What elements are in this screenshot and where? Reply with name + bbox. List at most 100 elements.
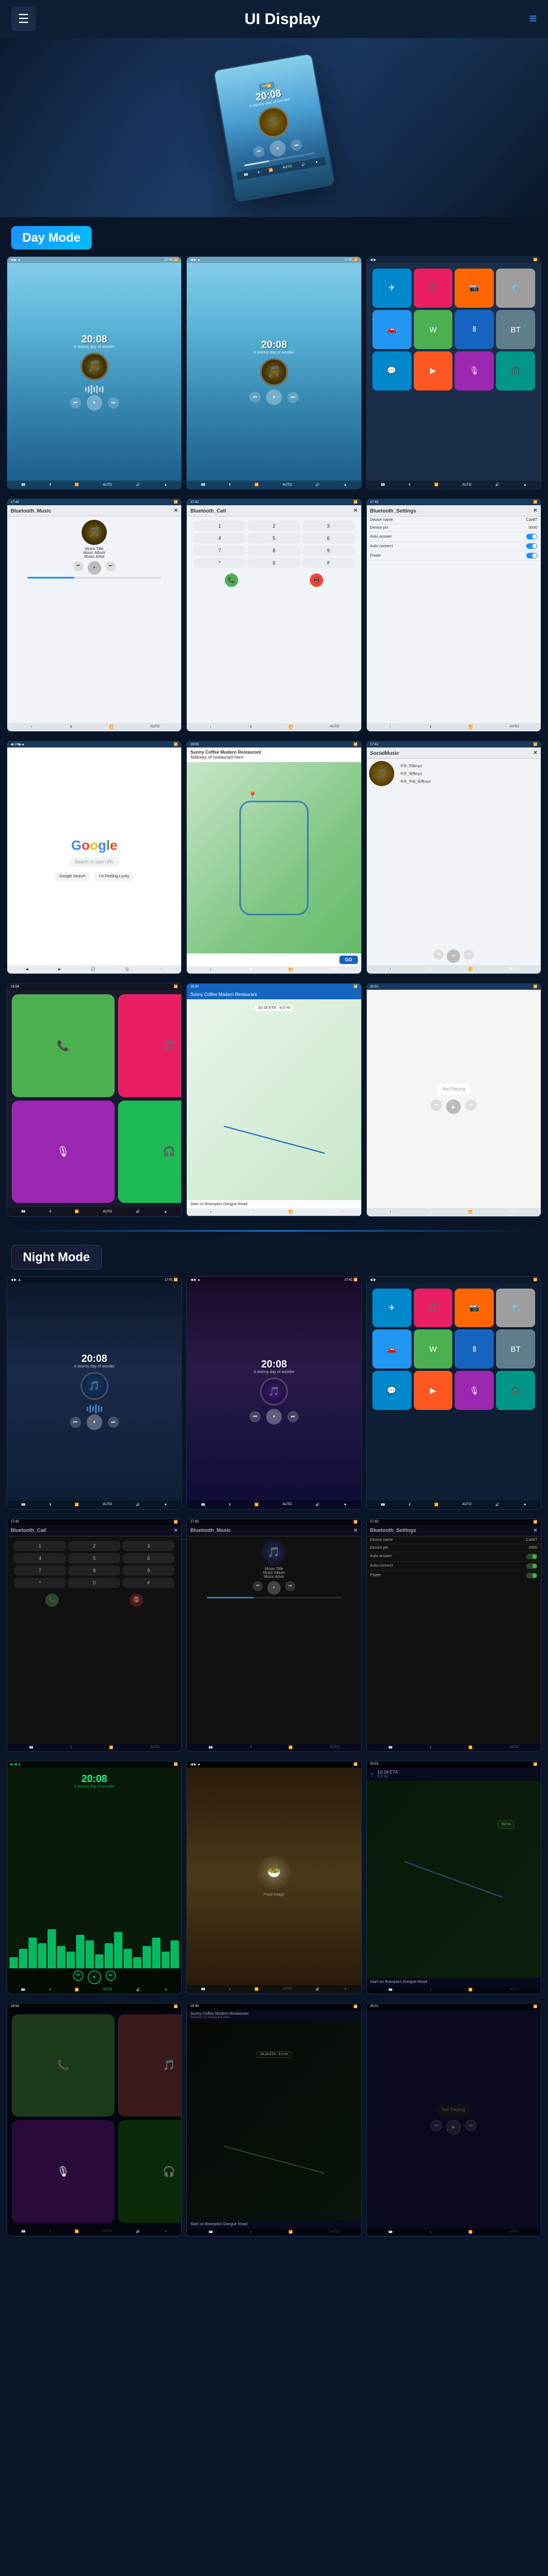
prev-1[interactable]: ⏮ <box>70 397 81 408</box>
audio-icon[interactable]: 🔊 <box>301 162 306 167</box>
app-sp[interactable]: 🎧 <box>496 351 535 391</box>
email-icon-3[interactable]: 📧 <box>381 483 385 487</box>
sound-icon-1[interactable]: 🔊 <box>136 483 140 487</box>
night-hangup-btn[interactable]: 📵 <box>130 1593 143 1607</box>
bt-email-icon[interactable]: 📧 <box>29 725 33 729</box>
arrow-icon-3[interactable]: ▲ <box>523 483 527 487</box>
night-next-1[interactable]: ⏭ <box>108 1417 119 1428</box>
night-nav2-map[interactable]: 10:18 ETA · 9.0 mi <box>187 2022 361 2220</box>
dial-4[interactable]: 4 <box>193 533 245 543</box>
night-np-play[interactable]: ▶ <box>446 2120 461 2135</box>
night-auto-answer-toggle[interactable] <box>526 1554 537 1559</box>
google-search-bar[interactable]: Search or type URL <box>69 857 120 867</box>
wave-play[interactable]: ⏸ <box>88 1971 101 1984</box>
bt-next[interactable]: ⏭ <box>106 561 116 571</box>
dial-1[interactable]: 1 <box>193 521 245 531</box>
email-icon-2[interactable]: 📧 <box>201 483 205 487</box>
night-app-carplay[interactable]: 🚗 <box>372 1329 412 1369</box>
play-btn[interactable]: ⏸ <box>268 139 286 157</box>
email-icon-1[interactable]: 📧 <box>21 483 25 487</box>
night-app-msg[interactable]: 💬 <box>372 1371 412 1410</box>
wifi-icon-1[interactable]: 📶 <box>75 483 79 487</box>
nav-arrow-icon[interactable]: ▲ <box>315 160 319 164</box>
call-btn[interactable]: 📞 <box>225 574 238 587</box>
app-settings[interactable]: ⚙️ <box>496 269 535 308</box>
prev-2[interactable]: ⏮ <box>249 392 261 403</box>
cp-podcast[interactable]: 🎙 <box>12 1101 115 1204</box>
app-yt[interactable]: ▶ <box>414 351 453 391</box>
night-app-pod[interactable]: 🎙 <box>455 1371 494 1410</box>
play-1[interactable]: ⏸ <box>87 395 102 411</box>
bt-icon-1[interactable]: Ⅱ <box>49 483 51 487</box>
night-app-bt[interactable]: Ⅱ <box>455 1329 494 1369</box>
night-prev-2[interactable]: ⏮ <box>249 1411 261 1422</box>
hangup-btn[interactable]: 📵 <box>310 574 323 587</box>
night-dial-6[interactable]: 6 <box>122 1553 174 1563</box>
feeling-lucky-btn[interactable]: I'm Feeling Lucky <box>95 872 134 881</box>
app-waze[interactable]: W <box>414 310 453 349</box>
social-play[interactable]: ⏭ <box>447 949 460 963</box>
night-nav-map[interactable]: 9.0 mi <box>367 1781 541 1978</box>
night-play-2[interactable]: ⏸ <box>266 1409 282 1425</box>
night-dial-4[interactable]: 4 <box>14 1553 66 1563</box>
night-prev-1[interactable]: ⏮ <box>70 1417 81 1428</box>
night-cp-podcast[interactable]: 🎙 <box>12 2120 115 2223</box>
sound-icon-3[interactable]: 🔊 <box>495 483 499 487</box>
bt-wifi-icon[interactable]: 📶 <box>109 725 113 729</box>
dial-5[interactable]: 5 <box>248 533 300 543</box>
app-pod[interactable]: 🎙 <box>455 351 494 391</box>
wifi-icon[interactable]: 📶 <box>268 168 273 172</box>
bt-bt-icon[interactable]: Ⅱ <box>70 725 72 729</box>
power-toggle[interactable] <box>526 553 537 558</box>
night-app-music[interactable]: 🎵 <box>414 1289 453 1328</box>
cp-music[interactable]: 🎵 <box>118 994 182 1097</box>
night-bt-next[interactable]: ⏭ <box>285 1581 295 1591</box>
go-button[interactable]: GO <box>339 956 357 964</box>
app-music[interactable]: 🎵 <box>414 269 453 308</box>
night-call-btn[interactable]: 📞 <box>45 1593 59 1607</box>
app-carplay[interactable]: 🚗 <box>372 310 412 349</box>
song-3[interactable]: 华东_开始_闯荡mp3 <box>400 778 537 786</box>
night-auto-connect-toggle[interactable] <box>526 1563 537 1569</box>
night-bt-play[interactable]: ⏸ <box>267 1581 281 1595</box>
google-search-btn[interactable]: Google Search <box>55 872 90 881</box>
cp-phone[interactable]: 📞 <box>12 994 115 1097</box>
night-dial-2[interactable]: 2 <box>68 1541 120 1551</box>
night-play-1[interactable]: ⏸ <box>87 1414 102 1430</box>
night-dial-8[interactable]: 8 <box>68 1566 120 1576</box>
night-app-sp[interactable]: 🎧 <box>496 1371 535 1410</box>
night-dial-0[interactable]: 0 <box>68 1578 120 1588</box>
dial-2[interactable]: 2 <box>248 521 300 531</box>
dial-6[interactable]: 6 <box>303 533 355 543</box>
bt-play[interactable]: ⏸ <box>88 561 101 575</box>
night-dial-3[interactable]: 3 <box>122 1541 174 1551</box>
play-2[interactable]: ⏸ <box>266 389 282 405</box>
dial-7[interactable]: 7 <box>193 546 245 556</box>
night-np-next[interactable]: ⏭ <box>465 2120 476 2131</box>
np-next[interactable]: ⏭ <box>465 1099 476 1111</box>
social-next[interactable]: ⏭ <box>464 949 474 960</box>
night-cp-phone[interactable]: 📞 <box>12 2014 115 2117</box>
app-msg[interactable]: 💬 <box>372 351 412 391</box>
next-btn[interactable]: ⏭ <box>290 138 303 151</box>
night-app-yt[interactable]: ▶ <box>414 1371 453 1410</box>
night-dial-hash[interactable]: # <box>122 1578 174 1588</box>
bt-icon[interactable]: Ⅱ <box>257 170 259 174</box>
next-1[interactable]: ⏭ <box>108 397 119 408</box>
night-app-waze[interactable]: W <box>414 1329 453 1369</box>
dial-8[interactable]: 8 <box>248 546 300 556</box>
email-icon[interactable]: 📧 <box>244 172 249 177</box>
arrow-icon-1[interactable]: ▲ <box>164 483 167 487</box>
dial-star[interactable]: * <box>193 558 245 568</box>
song-2[interactable]: 华东_闯荡mp3 <box>400 770 537 778</box>
night-dial-7[interactable]: 7 <box>14 1566 66 1576</box>
wave-next[interactable]: ⏭ <box>106 1971 116 1981</box>
auto-answer-toggle[interactable] <box>526 534 537 539</box>
cp-spotify[interactable]: 🎧 <box>118 1101 182 1204</box>
app-photo[interactable]: 📷 <box>455 269 494 308</box>
bt-icon-2[interactable]: Ⅱ <box>229 483 231 487</box>
dial-hash[interactable]: # <box>303 558 355 568</box>
np-play[interactable]: ▶ <box>446 1099 461 1114</box>
night-dial-1[interactable]: 1 <box>14 1541 66 1551</box>
arrow-icon-2[interactable]: ▲ <box>343 483 347 487</box>
